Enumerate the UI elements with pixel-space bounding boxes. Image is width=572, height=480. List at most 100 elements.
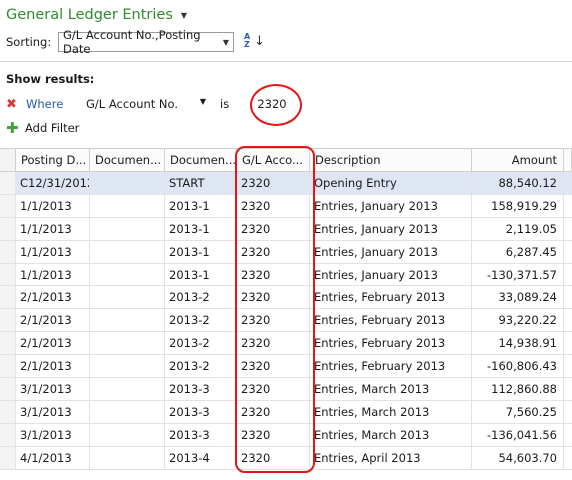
table-cell[interactable]: Entries, February 2013 [310, 355, 472, 378]
sort-order-icon[interactable]: AZ ↓ [242, 32, 265, 52]
row-selector[interactable] [0, 286, 16, 309]
table-cell[interactable]: 14,938.91 [472, 332, 564, 355]
table-cell[interactable]: 3/1/2013 [16, 378, 90, 400]
table-cell[interactable]: 2/1/2013 [16, 309, 90, 332]
table-cell[interactable]: 2013-1 [165, 194, 237, 217]
table-cell[interactable]: 2/1/2013 [16, 286, 90, 309]
table-cell[interactable]: 2013-1 [165, 240, 237, 263]
table-cell[interactable]: 54,603.70 [472, 446, 564, 469]
row-selector[interactable] [0, 355, 16, 378]
table-cell[interactable]: 2013-2 [165, 355, 237, 378]
row-selector[interactable] [0, 217, 16, 240]
table-cell[interactable]: 112,860.88 [472, 378, 564, 400]
table-cell[interactable]: Entries, February 2013 [310, 309, 472, 332]
table-cell[interactable]: Entries, April 2013 [310, 446, 472, 469]
table-cell[interactable]: START [165, 172, 237, 194]
table-cell[interactable]: 2/1/2013 [16, 332, 90, 355]
table-cell[interactable] [90, 355, 165, 378]
table-cell[interactable]: Entries, January 2013 [310, 194, 472, 217]
filter-where-link[interactable]: Where [26, 97, 86, 111]
table-cell[interactable]: 2013-3 [165, 378, 237, 400]
table-cell[interactable]: -130,371.57 [472, 263, 564, 286]
table-cell[interactable]: -136,041.56 [472, 423, 564, 446]
row-selector[interactable] [0, 172, 16, 194]
table-cell[interactable]: 88,540.12 [472, 172, 564, 194]
row-filler [564, 447, 572, 469]
sorting-select[interactable]: G/L Account No.,Posting Date ▼ [58, 28, 234, 56]
row-selector-header [0, 149, 16, 171]
column-header[interactable]: Description [310, 149, 472, 171]
column-header[interactable]: Amount [472, 149, 564, 171]
table-cell[interactable]: C12/31/2012 [16, 172, 90, 194]
table-cell[interactable] [90, 332, 165, 355]
table-cell[interactable]: 2013-1 [165, 217, 237, 240]
table-cell[interactable]: 2013-2 [165, 309, 237, 332]
table-cell[interactable]: Opening Entry [310, 172, 472, 194]
row-selector[interactable] [0, 423, 16, 446]
column-header[interactable]: Posting D... [16, 149, 90, 171]
table-cell[interactable] [90, 194, 165, 217]
page-title-bar[interactable]: General Ledger Entries ▼ [6, 5, 187, 25]
table-cell[interactable]: 4/1/2013 [16, 446, 90, 469]
row-selector[interactable] [0, 446, 16, 469]
table-cell[interactable]: 93,220.22 [472, 309, 564, 332]
title-dropdown-icon[interactable]: ▼ [181, 11, 187, 20]
table-cell[interactable]: 2013-3 [165, 423, 237, 446]
table-cell[interactable] [90, 240, 165, 263]
table-cell[interactable]: 1/1/2013 [16, 263, 90, 286]
row-selector[interactable] [0, 309, 16, 332]
table-cell[interactable]: Entries, February 2013 [310, 286, 472, 309]
table-cell[interactable]: 2013-3 [165, 400, 237, 423]
table-cell[interactable]: 3/1/2013 [16, 423, 90, 446]
column-header[interactable]: Documen... [165, 149, 237, 171]
table-cell[interactable]: 7,560.25 [472, 400, 564, 423]
row-selector[interactable] [0, 194, 16, 217]
table-cell[interactable]: 3/1/2013 [16, 400, 90, 423]
table-cell[interactable]: 2/1/2013 [16, 355, 90, 378]
add-filter-button[interactable]: ✚ Add Filter [6, 119, 79, 137]
sorting-row: Sorting: G/L Account No.,Posting Date ▼ … [6, 28, 265, 56]
table-cell[interactable]: 2013-2 [165, 286, 237, 309]
table-cell[interactable] [90, 400, 165, 423]
table-cell[interactable] [90, 263, 165, 286]
table-cell[interactable]: 1/1/2013 [16, 240, 90, 263]
page-title[interactable]: General Ledger Entries [6, 7, 173, 23]
table-cell[interactable] [90, 423, 165, 446]
table-cell[interactable]: Entries, March 2013 [310, 400, 472, 423]
table-cell[interactable] [90, 309, 165, 332]
add-icon: ✚ [6, 119, 19, 137]
table-cell[interactable]: Entries, March 2013 [310, 378, 472, 400]
table-cell[interactable] [90, 286, 165, 309]
table-cell[interactable] [90, 378, 165, 400]
remove-filter-icon[interactable]: ✖ [6, 97, 26, 112]
table-cell[interactable] [90, 446, 165, 469]
row-selector[interactable] [0, 332, 16, 355]
table-cell[interactable]: 2013-1 [165, 263, 237, 286]
table-cell[interactable]: Entries, March 2013 [310, 423, 472, 446]
row-selector[interactable] [0, 263, 16, 286]
table-cell[interactable]: Entries, January 2013 [310, 217, 472, 240]
row-filler [564, 424, 572, 446]
table-cell[interactable] [90, 217, 165, 240]
column-header[interactable]: Documen... [90, 149, 165, 171]
table-cell[interactable]: 1/1/2013 [16, 217, 90, 240]
table-cell[interactable]: 1/1/2013 [16, 194, 90, 217]
table-cell[interactable]: 33,089.24 [472, 286, 564, 309]
table-cell[interactable]: Entries, January 2013 [310, 240, 472, 263]
row-filler [564, 286, 572, 308]
row-filler [564, 172, 572, 194]
row-selector[interactable] [0, 378, 16, 400]
table-cell[interactable] [90, 172, 165, 194]
arrow-down-icon: ↓ [254, 34, 265, 49]
table-cell[interactable]: 2013-2 [165, 332, 237, 355]
row-selector[interactable] [0, 400, 16, 423]
table-cell[interactable]: 2,119.05 [472, 217, 564, 240]
table-cell[interactable]: Entries, February 2013 [310, 332, 472, 355]
table-cell[interactable]: Entries, January 2013 [310, 263, 472, 286]
filter-field-select[interactable]: G/L Account No. ▼ [86, 97, 214, 111]
table-cell[interactable]: 6,287.45 [472, 240, 564, 263]
table-cell[interactable]: -160,806.43 [472, 355, 564, 378]
table-cell[interactable]: 2013-4 [165, 446, 237, 469]
table-cell[interactable]: 158,919.29 [472, 194, 564, 217]
row-selector[interactable] [0, 240, 16, 263]
